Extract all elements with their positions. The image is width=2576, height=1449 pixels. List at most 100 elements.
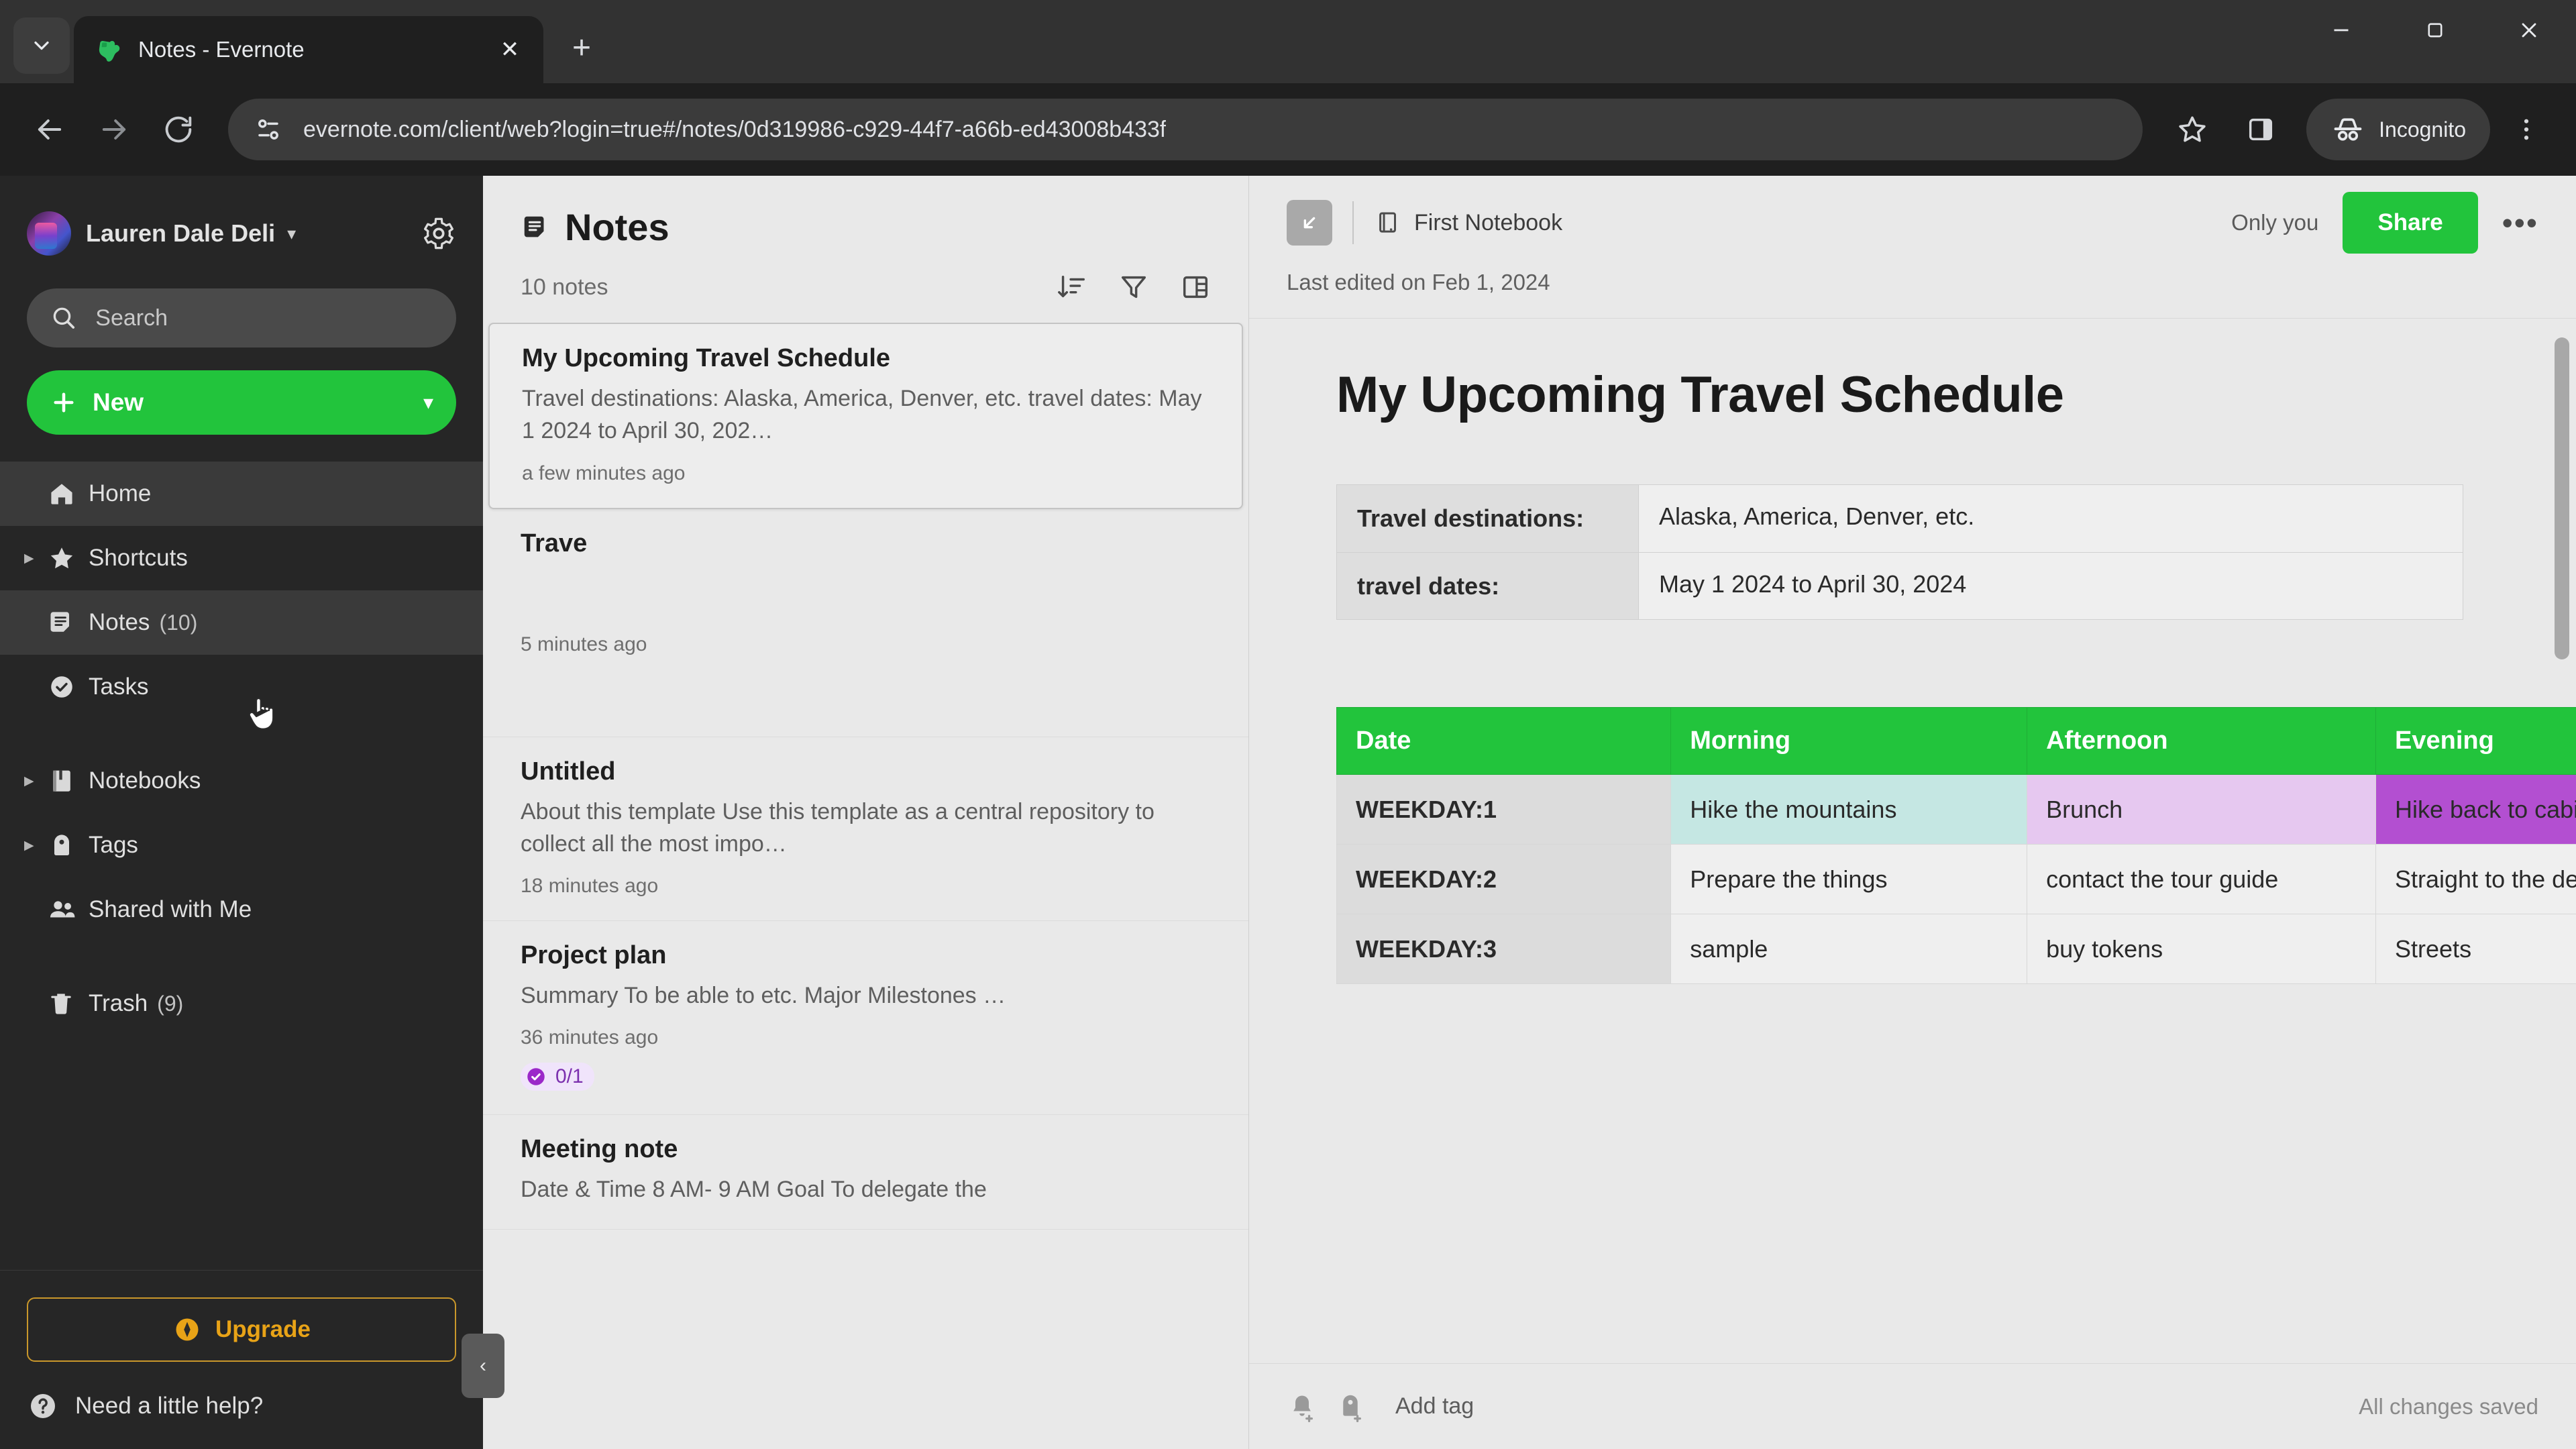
info-key[interactable]: Travel destinations: — [1336, 484, 1639, 553]
info-value[interactable]: May 1 2024 to April 30, 2024 — [1638, 551, 2463, 621]
view-layout-icon[interactable] — [1180, 272, 1211, 303]
account-name[interactable]: Lauren Dale Deli — [86, 219, 275, 248]
sidebar-item-trash[interactable]: Trash (9) — [0, 971, 483, 1036]
sort-icon[interactable] — [1057, 272, 1087, 303]
sidebar-item-tasks[interactable]: Tasks — [0, 655, 483, 719]
filter-icon[interactable] — [1118, 272, 1149, 303]
browser-toolbar: evernote.com/client/web?login=true#/note… — [0, 83, 2576, 176]
bookmark-button[interactable] — [2160, 97, 2224, 162]
chrome-menu-button[interactable] — [2494, 97, 2559, 162]
table-row: travel dates: May 1 2024 to April 30, 20… — [1336, 551, 2463, 621]
list-item[interactable]: Meeting note Date & Time 8 AM- 9 AM Goal… — [483, 1115, 1248, 1230]
expand-note-button[interactable] — [1287, 200, 1332, 246]
save-status-label: All changes saved — [2359, 1393, 2538, 1419]
account-row[interactable]: Lauren Dale Deli ▾ — [27, 203, 456, 264]
column-header-afternoon[interactable]: Afternoon — [2027, 707, 2377, 775]
sidebar-item-shared-with-me[interactable]: Shared with Me — [0, 877, 483, 942]
note-more-button[interactable]: ••• — [2502, 207, 2538, 238]
note-heading[interactable]: My Upcoming Travel Schedule — [1336, 366, 2522, 424]
arrow-right-icon — [102, 119, 126, 140]
new-note-button[interactable]: New ▾ — [27, 370, 456, 435]
note-content[interactable]: My Upcoming Travel Schedule Travel desti… — [1249, 319, 2576, 1363]
sidebar-item-label: Notebooks — [89, 767, 201, 794]
sidebar-item-notes[interactable]: Notes (10) — [0, 590, 483, 655]
note-editor-panel: First Notebook Only you Share ••• Last e… — [1249, 176, 2576, 1449]
note-title: Untitled — [521, 757, 616, 786]
list-item[interactable]: Project plan Summary To be able to etc. … — [483, 921, 1248, 1116]
note-list: My Upcoming Travel Schedule Travel desti… — [483, 323, 1248, 1449]
cell-date[interactable]: WEEKDAY:1 — [1336, 774, 1672, 845]
notes-icon — [47, 608, 89, 637]
settings-button[interactable] — [421, 216, 456, 251]
back-button[interactable] — [17, 97, 82, 162]
cell-date[interactable]: WEEKDAY:2 — [1336, 844, 1672, 915]
close-window-button[interactable] — [2482, 0, 2576, 60]
sidebar-item-shortcuts[interactable]: ▶ Shortcuts — [0, 526, 483, 590]
list-item[interactable]: Trave 5 minutes ago — [483, 509, 1248, 737]
editor-toolbar: First Notebook Only you Share ••• — [1249, 176, 2576, 270]
minimize-button[interactable] — [2294, 0, 2388, 60]
chevron-right-icon[interactable]: ▶ — [24, 839, 47, 852]
cell-afternoon[interactable]: buy tokens — [2027, 914, 2377, 985]
column-header-morning[interactable]: Morning — [1670, 707, 2028, 775]
chevron-right-icon[interactable]: ▶ — [24, 552, 47, 565]
tab-search-button[interactable] — [13, 17, 70, 74]
plus-icon — [54, 392, 74, 413]
notebook-icon — [1379, 212, 1396, 233]
avatar[interactable] — [27, 211, 71, 256]
notebook-selector[interactable]: First Notebook — [1374, 209, 1562, 237]
expand-icon — [1303, 217, 1316, 229]
divider — [1352, 201, 1354, 244]
editor-scrollbar[interactable] — [2555, 337, 2569, 659]
list-item[interactable]: My Upcoming Travel Schedule Travel desti… — [488, 323, 1243, 509]
cell-afternoon[interactable]: contact the tour guide — [2027, 844, 2377, 915]
share-button[interactable]: Share — [2343, 192, 2478, 254]
sidebar-item-home[interactable]: Home — [0, 462, 483, 526]
profile-incognito-button[interactable]: Incognito — [2306, 99, 2490, 160]
column-header-date[interactable]: Date — [1336, 707, 1672, 775]
info-key[interactable]: travel dates: — [1336, 551, 1639, 621]
travel-info-table: Travel destinations: Alaska, America, De… — [1336, 484, 2463, 621]
cell-morning[interactable]: sample — [1670, 914, 2028, 985]
forward-button[interactable] — [82, 97, 146, 162]
cell-evening[interactable]: Straight to the destination — [2375, 844, 2576, 915]
search-box[interactable] — [27, 288, 456, 347]
list-item[interactable]: Untitled About this template Use this te… — [483, 737, 1248, 922]
help-button[interactable]: Need a little help? — [27, 1390, 456, 1422]
sidebar-item-tags[interactable]: ▶ Tags — [0, 813, 483, 877]
tab-strip: Notes - Evernote ✕ + — [0, 0, 2576, 83]
cell-date[interactable]: WEEKDAY:3 — [1336, 914, 1672, 985]
cell-afternoon[interactable]: Brunch — [2027, 774, 2377, 845]
cell-evening[interactable]: Streets — [2375, 914, 2576, 985]
reload-button[interactable] — [146, 97, 211, 162]
collapse-sidebar-button[interactable]: ‹ — [462, 1334, 504, 1398]
cell-evening[interactable]: Hike back to cabin — [2375, 774, 2576, 845]
chevron-down-icon[interactable]: ▾ — [423, 391, 433, 415]
new-tab-button[interactable]: + — [558, 24, 605, 71]
search-input[interactable] — [95, 305, 433, 331]
address-bar[interactable]: evernote.com/client/web?login=true#/note… — [228, 99, 2143, 160]
cell-morning[interactable]: Prepare the things — [1670, 844, 2028, 915]
sidebar-item-notebooks[interactable]: ▶ Notebooks — [0, 749, 483, 813]
add-tag-label[interactable]: Add tag — [1395, 1393, 1474, 1419]
site-settings-icon[interactable] — [251, 112, 286, 147]
cell-morning[interactable]: Hike the mountains — [1670, 774, 2028, 845]
chevron-right-icon[interactable]: ▶ — [24, 775, 47, 788]
note-list-header: Notes 10 notes — [483, 176, 1248, 303]
sidebar-nav: Home ▶ Shortcuts Notes (10) Tasks ▶ Note… — [0, 462, 483, 1036]
close-icon[interactable]: ✕ — [491, 31, 529, 68]
maximize-button[interactable] — [2388, 0, 2482, 60]
upgrade-button[interactable]: Upgrade — [27, 1297, 456, 1362]
browser-tab[interactable]: Notes - Evernote ✕ — [74, 16, 543, 83]
new-note-label: New — [93, 388, 144, 416]
add-tag-icon[interactable] — [1335, 1391, 1366, 1422]
column-header-evening[interactable]: Evening — [2375, 707, 2576, 775]
side-panel-button[interactable] — [2229, 97, 2293, 162]
incognito-icon — [2334, 118, 2362, 141]
note-timestamp: 36 minutes ago — [521, 1026, 659, 1049]
info-value[interactable]: Alaska, America, Denver, etc. — [1638, 484, 2463, 553]
chevron-down-icon[interactable]: ▾ — [287, 223, 296, 244]
task-icon — [47, 672, 89, 702]
note-snippet: Summary To be able to etc. Major Milesto… — [521, 983, 1006, 1009]
add-reminder-icon[interactable] — [1287, 1391, 1318, 1422]
